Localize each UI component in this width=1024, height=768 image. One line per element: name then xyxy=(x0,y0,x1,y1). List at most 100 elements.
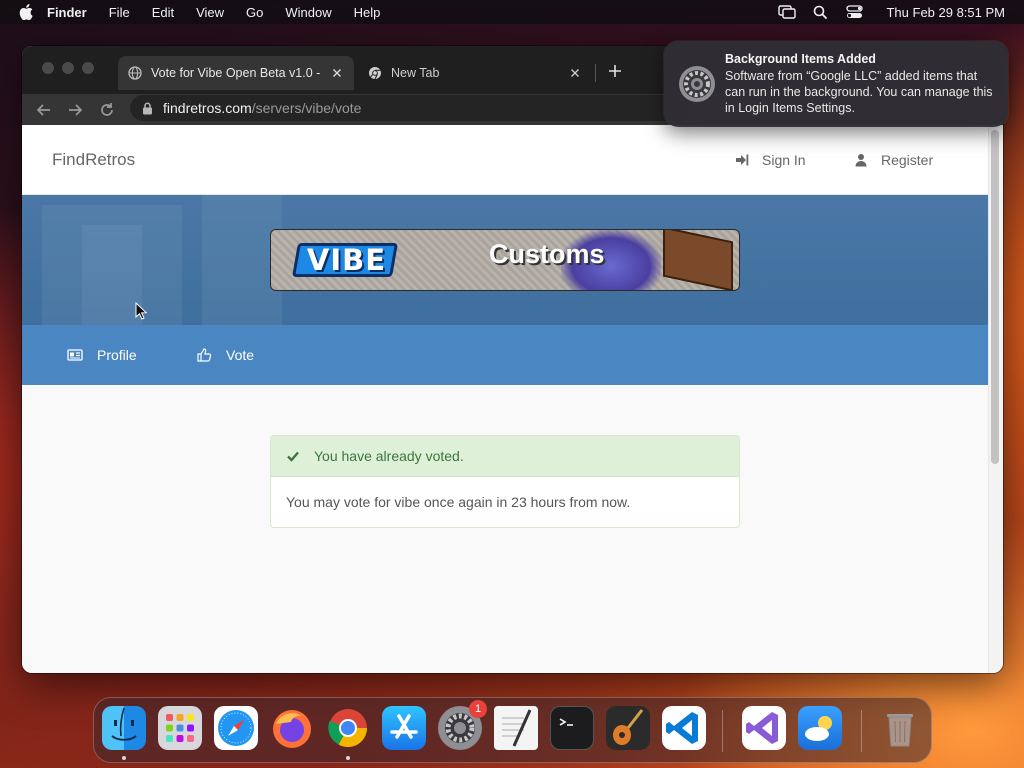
hero-background-building xyxy=(202,195,282,325)
dock-terminal[interactable] xyxy=(550,706,594,750)
app-store-icon xyxy=(390,714,418,739)
menu-app-name[interactable]: Finder xyxy=(47,5,87,20)
dock-weather[interactable] xyxy=(798,706,842,750)
dock-app-store[interactable] xyxy=(382,706,426,750)
dock-trash[interactable] xyxy=(878,706,922,750)
visual-studio-icon xyxy=(746,712,778,744)
lock-icon[interactable] xyxy=(142,102,153,115)
menu-edit[interactable]: Edit xyxy=(152,5,174,20)
menu-view[interactable]: View xyxy=(196,5,224,20)
sign-in-link[interactable]: Sign In xyxy=(735,152,806,168)
trash-bin-icon xyxy=(887,714,913,747)
reload-icon[interactable] xyxy=(99,102,115,118)
running-indicator xyxy=(122,756,126,760)
menu-bar: Finder File Edit View Go Window Help Thu… xyxy=(0,0,1024,24)
user-icon xyxy=(855,154,867,167)
firefox-icon xyxy=(273,710,311,748)
dock-chrome[interactable] xyxy=(326,706,370,750)
register-link[interactable]: Register xyxy=(854,152,933,168)
dock-textedit[interactable] xyxy=(494,706,538,750)
browser-window: Vote for Vibe Open Beta v1.0 - New Tab f… xyxy=(22,46,1003,673)
launchpad-grid-icon xyxy=(166,714,194,742)
vscode-icon xyxy=(666,712,698,744)
thumbs-up-icon xyxy=(197,348,212,362)
guitar-icon xyxy=(613,709,644,745)
dock-visual-studio[interactable] xyxy=(742,706,786,750)
dock-firefox[interactable] xyxy=(270,706,314,750)
dock-safari[interactable] xyxy=(214,706,258,750)
vote-main-section: You have already voted. You may vote for… xyxy=(22,385,988,673)
new-tab-plus-icon[interactable] xyxy=(607,63,623,79)
textedit-pen-icon xyxy=(502,709,532,747)
window-controls xyxy=(42,62,94,74)
profile-label: Profile xyxy=(97,347,137,363)
sign-in-icon xyxy=(736,154,749,166)
chrome-icon xyxy=(369,67,381,80)
already-voted-text: You have already voted. xyxy=(314,448,464,464)
menu-file[interactable]: File xyxy=(109,5,130,20)
dock-garageband[interactable] xyxy=(606,706,650,750)
site-navbar: FindRetros Sign In Register xyxy=(22,125,988,195)
url-host: findretros.com xyxy=(163,100,252,116)
banner-tagline: Customs xyxy=(489,239,605,269)
terminal-prompt-icon xyxy=(559,718,573,726)
weather-cloud-sun-icon xyxy=(805,716,832,741)
dock-launchpad[interactable] xyxy=(158,706,202,750)
dock-vscode[interactable] xyxy=(662,706,706,750)
close-window-button[interactable] xyxy=(42,62,54,74)
profile-card-icon xyxy=(67,349,83,361)
minimize-window-button[interactable] xyxy=(62,62,74,74)
notification-badge: 1 xyxy=(469,700,487,718)
tab-new-tab[interactable]: New Tab xyxy=(358,56,592,90)
tab-title: New Tab xyxy=(391,66,440,80)
screen-mirroring-icon[interactable] xyxy=(778,5,797,19)
globe-icon xyxy=(128,66,142,80)
menu-help[interactable]: Help xyxy=(354,5,381,20)
system-settings-gear-icon xyxy=(679,66,715,102)
notification-body: Software from “Google LLC” added items t… xyxy=(725,69,993,115)
hero-banner-area: VIBE Customs xyxy=(22,195,988,325)
register-label: Register xyxy=(881,152,934,168)
tab-vote-for-vibe[interactable]: Vote for Vibe Open Beta v1.0 - xyxy=(118,56,354,90)
address-bar[interactable]: findretros.com/servers/vibe/vote xyxy=(130,95,690,121)
profile-link[interactable]: Profile xyxy=(67,347,137,363)
control-center-icon[interactable] xyxy=(846,5,864,19)
already-voted-alert: You have already voted. xyxy=(271,436,739,477)
dock-separator xyxy=(861,710,862,752)
site-brand-link[interactable]: FindRetros xyxy=(52,150,135,170)
zoom-window-button[interactable] xyxy=(82,62,94,74)
menu-clock[interactable]: Thu Feb 29 8:51 PM xyxy=(886,5,1005,20)
vote-link[interactable]: Vote xyxy=(196,347,254,363)
forward-arrow-icon[interactable] xyxy=(67,102,83,118)
url-path: /servers/vibe/vote xyxy=(251,100,362,116)
vote-label: Vote xyxy=(226,347,255,363)
banner-furniture-figure xyxy=(663,230,733,290)
tab-divider xyxy=(595,64,596,82)
safari-compass-icon xyxy=(218,710,254,746)
finder-face-icon xyxy=(111,707,137,741)
checkmark-icon xyxy=(287,451,299,462)
menu-window[interactable]: Window xyxy=(285,5,331,20)
server-sub-nav: Profile Vote xyxy=(22,325,988,385)
spotlight-search-icon[interactable] xyxy=(812,5,830,19)
server-banner-image: VIBE Customs xyxy=(271,230,739,290)
chrome-logo-icon xyxy=(328,709,368,748)
menu-go[interactable]: Go xyxy=(246,5,263,20)
close-tab-icon[interactable] xyxy=(568,66,582,80)
close-tab-icon[interactable] xyxy=(330,66,344,80)
background-items-notification[interactable]: Background Items Added Software from “Go… xyxy=(664,41,1008,127)
vote-again-message: You may vote for vibe once again in 23 h… xyxy=(286,494,631,510)
dock-finder[interactable] xyxy=(102,706,146,750)
page-scrollbar-thumb[interactable] xyxy=(991,130,999,464)
mouse-pointer-icon xyxy=(135,302,147,320)
tab-title: Vote for Vibe Open Beta v1.0 - xyxy=(151,66,321,80)
hero-background-building xyxy=(82,225,142,325)
dock: 1 xyxy=(93,697,932,763)
dock-separator xyxy=(722,710,723,752)
page-viewport: FindRetros Sign In Register VIBE Customs… xyxy=(22,125,988,673)
apple-logo-icon[interactable] xyxy=(19,4,33,20)
sign-in-label: Sign In xyxy=(762,152,806,168)
banner-logo-text: VIBE xyxy=(306,243,387,277)
back-arrow-icon[interactable] xyxy=(36,102,52,118)
notification-title: Background Items Added xyxy=(725,52,876,66)
